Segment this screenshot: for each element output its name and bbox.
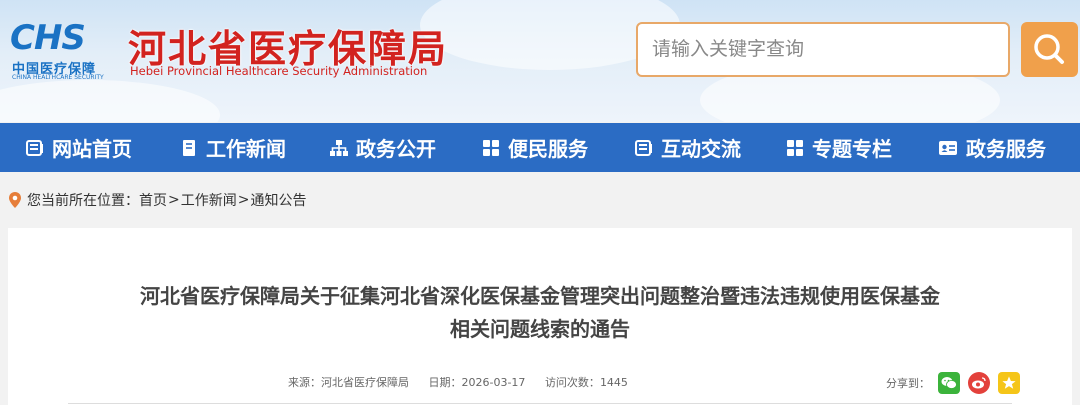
nav-item-home[interactable]: 网站首页 [26,123,132,172]
header-cloud [0,80,220,122]
date-value: 2026-03-17 [461,376,526,389]
source-meta: 来源：河北省医疗保障局 [288,376,409,389]
logo-mark-text: CHS [10,18,86,58]
share-label: 分享到： [886,377,930,390]
bookmark-icon [183,139,195,156]
nav-item-public-affairs[interactable]: 政务公开 [330,123,436,172]
source-value: 河北省医疗保障局 [321,376,409,389]
grid-icon [483,139,499,156]
article-title-line: 河北省医疗保障局关于征集河北省深化医保基金管理突出问题整治暨违法违规使用医保基金 [140,284,940,308]
breadcrumb-news[interactable]: 工作新闻 [181,190,237,210]
site-subtitle: Hebei Provincial Healthcare Security Adm… [130,64,428,78]
site-header: CHS 中国医疗保障 CHINA HEALTHCARE SECURITY 河北省… [0,0,1080,122]
nav-item-topics[interactable]: 专题专栏 [786,123,892,172]
share-bar: 分享到： [886,372,1020,394]
location-pin-icon [9,192,21,208]
nav-item-interaction[interactable]: 互动交流 [635,123,741,172]
search-button[interactable] [1021,22,1078,77]
views-meta: 访问次数：1445 [545,376,628,389]
breadcrumb-home[interactable]: 首页 [139,190,167,210]
sitemap-icon [330,139,348,156]
weibo-icon[interactable] [968,372,990,394]
breadcrumb-notices[interactable]: 通知公告 [250,190,306,210]
chs-logo[interactable]: CHS 中国医疗保障 CHINA HEALTHCARE SECURITY [10,18,110,86]
nav-label: 专题专栏 [812,137,892,161]
main-nav: 网站首页 工作新闻 政务公开 便民服务 互动交流 专题专栏 政务服务 [0,123,1080,172]
nav-label: 政务公开 [356,137,436,161]
views-value: 1445 [599,376,628,389]
breadcrumb: 您当前所在位置： 首页 > 工作新闻 > 通知公告 [8,188,306,212]
list-icon [635,139,652,156]
source-label: 来源： [288,376,321,389]
nav-label: 互动交流 [661,137,741,161]
logo-en-text: CHINA HEALTHCARE SECURITY [12,74,104,81]
search-input[interactable]: 请输入关键字查询 [636,22,1010,77]
nav-item-gov-services[interactable]: 政务服务 [938,123,1046,172]
search-icon [1034,34,1064,64]
article-title: 河北省医疗保障局关于征集河北省深化医保基金管理突出问题整治暨违法违规使用医保基金… [8,280,1072,346]
qzone-icon[interactable] [998,372,1020,394]
breadcrumb-separator: > [237,192,250,208]
article-title-line: 相关问题线索的通告 [450,317,630,341]
wechat-icon[interactable] [938,372,960,394]
id-card-icon [939,140,957,155]
nav-label: 工作新闻 [206,137,286,161]
breadcrumb-separator: > [168,192,180,208]
date-label: 日期： [428,376,462,389]
views-label: 访问次数： [544,376,600,389]
nav-item-news[interactable]: 工作新闻 [180,123,286,172]
breadcrumb-prefix: 您当前所在位置： [27,193,139,209]
divider [68,403,1012,404]
date-meta: 日期：2026-03-17 [429,376,526,389]
article-meta: 来源：河北省医疗保障局 日期：2026-03-17 访问次数：1445 [288,374,644,390]
nav-label: 便民服务 [508,137,588,161]
list-icon [26,139,43,156]
article-card: 河北省医疗保障局关于征集河北省深化医保基金管理突出问题整治暨违法违规使用医保基金… [8,228,1072,405]
nav-item-services[interactable]: 便民服务 [482,123,588,172]
nav-label: 网站首页 [52,137,132,161]
grid-icon [787,139,803,156]
nav-label: 政务服务 [966,137,1046,161]
